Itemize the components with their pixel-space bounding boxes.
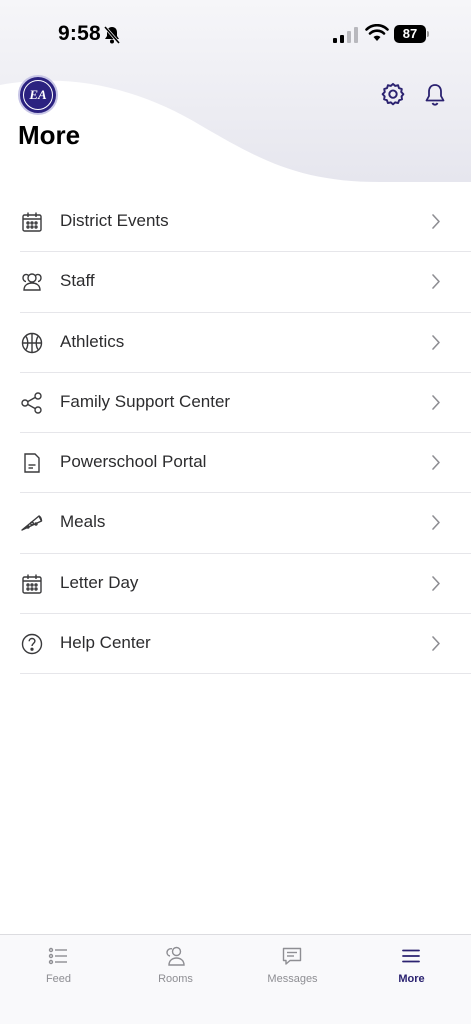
tab-label: Rooms	[158, 973, 193, 985]
settings-gear-icon[interactable]	[380, 82, 406, 108]
chat-icon	[282, 947, 302, 965]
help-icon	[21, 633, 43, 655]
document-icon	[24, 453, 40, 473]
pizza-icon	[21, 515, 43, 532]
menu-item-label: Letter Day	[60, 572, 139, 592]
page-title: More	[18, 120, 81, 150]
menu-item-athletics[interactable]: Athletics	[20, 313, 471, 373]
menu-item-label: Athletics	[60, 331, 125, 351]
school-logo: EA	[18, 75, 58, 115]
calendar-icon	[22, 212, 42, 232]
chevron-right-icon	[432, 515, 440, 531]
menu-item-label: Staff	[60, 271, 95, 291]
bottom-tab-bar: Feed Rooms Messages More	[0, 934, 471, 1024]
basketball-icon	[21, 332, 43, 353]
menu-item-family-support-center[interactable]: Family Support Center	[20, 373, 471, 434]
notification-bell-icon[interactable]	[423, 82, 447, 108]
people-icon	[22, 273, 42, 291]
tab-label: Messages	[267, 973, 318, 985]
menu-item-staff[interactable]: Staff	[20, 252, 471, 313]
menu-item-label: Family Support Center	[60, 391, 231, 411]
chevron-right-icon	[432, 214, 440, 229]
chevron-right-icon	[432, 455, 440, 470]
battery-indicator: 87	[394, 25, 430, 43]
tab-rooms[interactable]: Rooms	[117, 935, 234, 995]
status-time: 9:58	[58, 22, 101, 45]
cellular-signal-icon	[333, 27, 358, 43]
menu-item-label: Help Center	[60, 633, 151, 653]
bell-off-icon	[103, 26, 121, 44]
menu-icon	[402, 949, 420, 963]
chevron-right-icon	[432, 575, 440, 591]
more-menu-list: District Events Staff Athletics Family S…	[0, 192, 471, 675]
wifi-icon	[365, 24, 389, 41]
chevron-right-icon	[432, 334, 440, 350]
people-icon	[166, 946, 185, 966]
tab-feed[interactable]: Feed	[0, 935, 117, 995]
list-icon	[48, 947, 67, 965]
tab-label: Feed	[45, 973, 72, 985]
menu-item-label: District Events	[60, 211, 169, 230]
menu-item-label: Meals	[60, 512, 106, 532]
menu-item-help-center[interactable]: Help Center	[20, 614, 471, 675]
menu-item-label: Powerschool Portal	[60, 452, 207, 472]
menu-item-meals[interactable]: Meals	[20, 493, 471, 554]
battery-level: 87	[402, 26, 418, 41]
tab-label: More	[398, 973, 425, 985]
status-bar: 9:58 87	[0, 0, 471, 70]
tab-more[interactable]: More	[353, 935, 470, 995]
chevron-right-icon	[432, 395, 440, 410]
menu-item-district-events[interactable]: District Events	[20, 192, 471, 253]
share-icon	[21, 392, 42, 414]
menu-item-letter-day[interactable]: Letter Day	[20, 554, 471, 615]
tab-messages[interactable]: Messages	[234, 935, 351, 995]
menu-item-powerschool-portal[interactable]: Powerschool Portal	[20, 433, 471, 494]
calendar-icon	[22, 574, 42, 594]
logo-text: EA	[29, 87, 47, 102]
chevron-right-icon	[432, 274, 440, 290]
chevron-right-icon	[432, 636, 440, 651]
